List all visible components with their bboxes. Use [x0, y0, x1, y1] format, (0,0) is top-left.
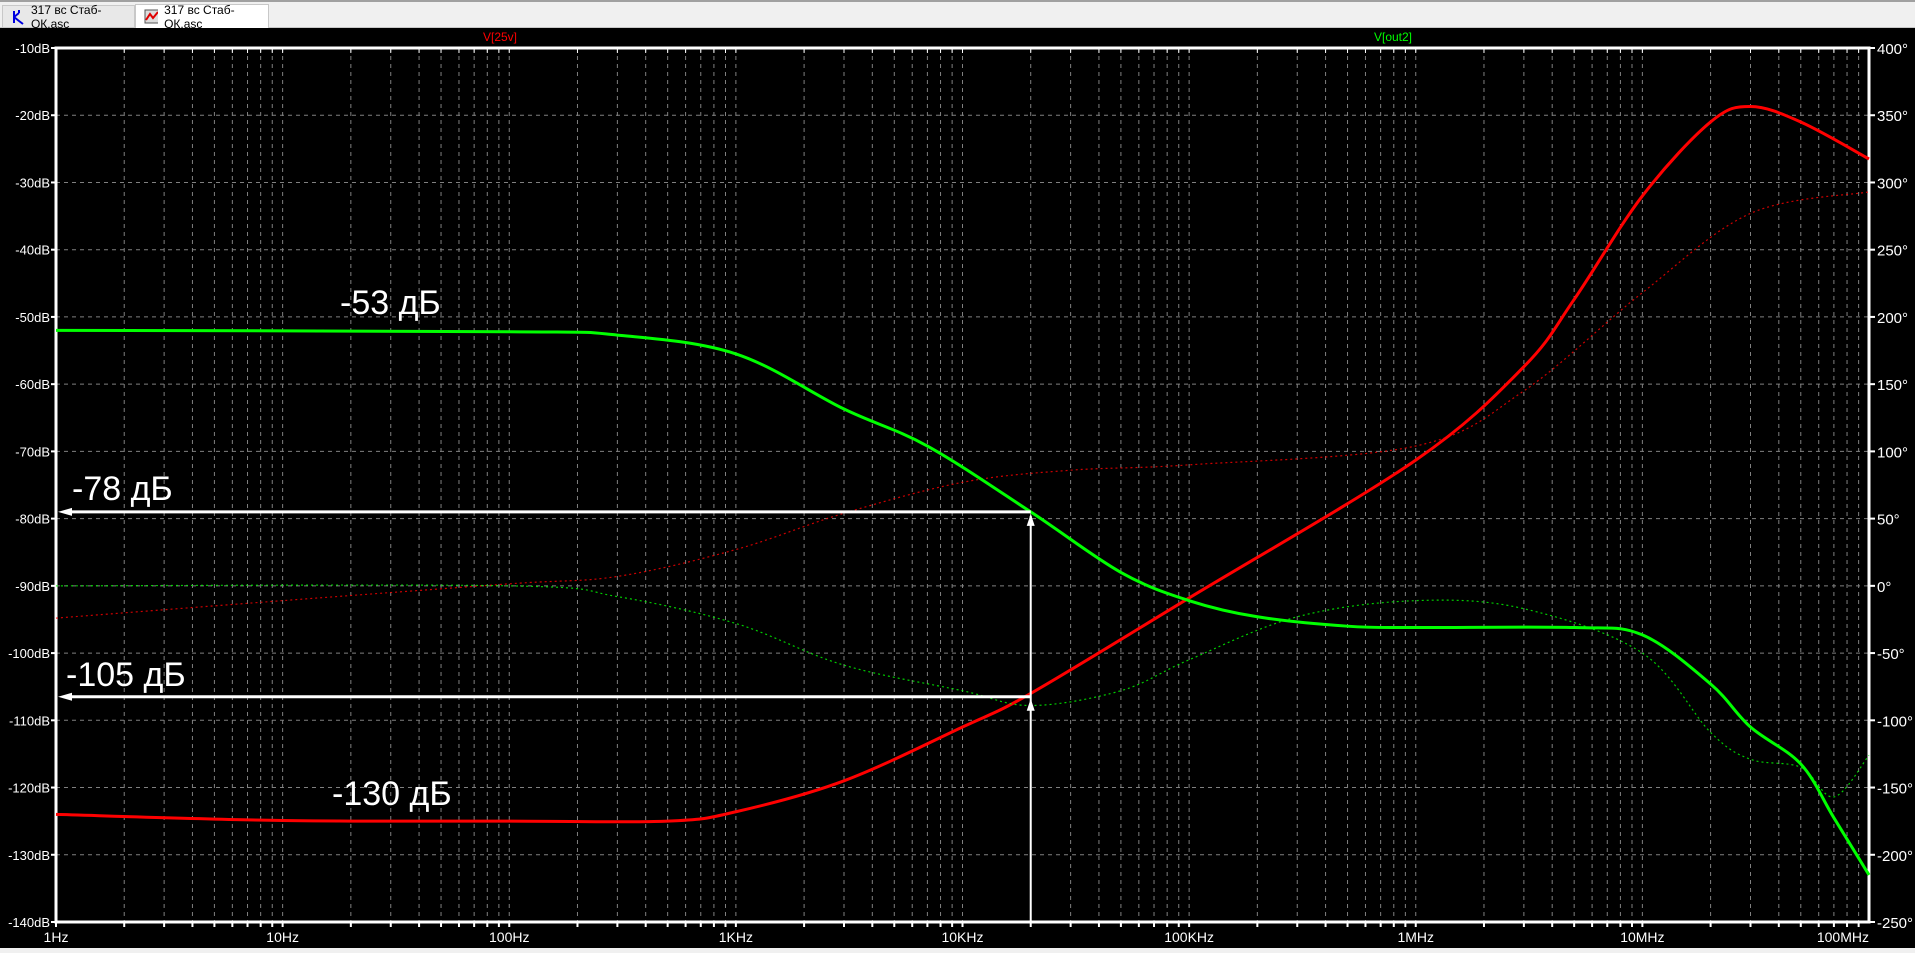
annotation-label: -78 дБ	[72, 470, 173, 508]
y-tick-label-right: 50°	[1877, 512, 1900, 529]
y-tick-label-right: 250°	[1877, 243, 1908, 260]
y-tick-label-left: -20dB	[15, 108, 50, 123]
annotation-label: -130 дБ	[332, 775, 452, 813]
trace-label-v25v[interactable]: V[25v]	[483, 30, 517, 44]
tab-label: 317 вс Стаб-ОК.asc	[164, 2, 235, 31]
tab-label: 317 вс Стаб-ОК.asc	[30, 2, 102, 31]
y-tick-label-right: 200°	[1877, 310, 1908, 327]
y-tick-label-right: -100°	[1877, 713, 1913, 730]
tab-schematic[interactable]: 317 вс Стаб-ОК.asc	[2, 3, 135, 31]
arrowhead-left	[58, 507, 72, 516]
y-tick-label-right: 400°	[1877, 41, 1908, 58]
y-tick-label-left: -50dB	[15, 310, 50, 325]
y-tick-label-left: -130dB	[8, 848, 50, 863]
arrowhead-up	[1026, 513, 1035, 526]
y-tick-label-right: -200°	[1877, 848, 1913, 865]
annotation-label: -105 дБ	[66, 656, 186, 694]
x-tick-label: 100KHz	[1164, 929, 1214, 945]
y-tick-label-left: -10dB	[15, 41, 50, 56]
annotation-label: -53 дБ	[340, 284, 441, 322]
x-tick-label: 100Hz	[489, 929, 529, 945]
y-tick-label-left: -90dB	[15, 579, 50, 594]
y-tick-label-right: 100°	[1877, 444, 1908, 461]
y-tick-label-right: -50°	[1877, 646, 1905, 663]
tab-waveform[interactable]: 317 вс Стаб-ОК.asc	[135, 2, 269, 31]
x-tick-label: 10MHz	[1620, 929, 1664, 945]
x-tick-label: 10Hz	[266, 929, 299, 945]
y-tick-label-left: -60dB	[15, 377, 50, 392]
bode-chart[interactable]: -10dB 400° -20dB 350° -30dB 300° -40dB 250° -50d…	[0, 28, 1915, 948]
y-tick-label-right: 350°	[1877, 108, 1908, 125]
plot-pane[interactable]: -10dB 400° -20dB 350° -30dB 300° -40dB 250° -50d…	[0, 28, 1915, 948]
x-tick-label: 10KHz	[941, 929, 983, 945]
y-tick-label-left: -140dB	[8, 915, 50, 930]
x-tick-label: 1MHz	[1397, 929, 1434, 945]
x-tick-label: 1KHz	[719, 929, 753, 945]
y-tick-label-right: 300°	[1877, 175, 1908, 192]
y-tick-label-right: -250°	[1877, 915, 1913, 932]
y-tick-label-left: -110dB	[9, 713, 50, 728]
waveform-icon	[144, 9, 159, 23]
y-tick-label-left: -80dB	[15, 512, 50, 527]
y-tick-label-left: -100dB	[8, 646, 50, 661]
y-tick-label-left: -70dB	[15, 444, 50, 459]
trace-label-vout2[interactable]: V[out2]	[1374, 30, 1412, 44]
arrowhead-up	[1026, 698, 1035, 711]
y-tick-label-right: -150°	[1877, 781, 1913, 798]
y-tick-label-right: 150°	[1877, 377, 1908, 394]
y-tick-label-left: -40dB	[15, 243, 50, 258]
y-tick-label-left: -30dB	[15, 175, 50, 190]
y-tick-label-left: -120dB	[8, 781, 50, 796]
x-tick-label: 100MHz	[1817, 929, 1869, 945]
schematic-icon	[13, 9, 24, 25]
y-tick-label-right: 0°	[1877, 579, 1891, 596]
x-tick-label: 1Hz	[44, 929, 69, 945]
tab-bar: 317 вс Стаб-ОК.asc 317 вс Стаб-ОК.asc	[0, 0, 1915, 31]
